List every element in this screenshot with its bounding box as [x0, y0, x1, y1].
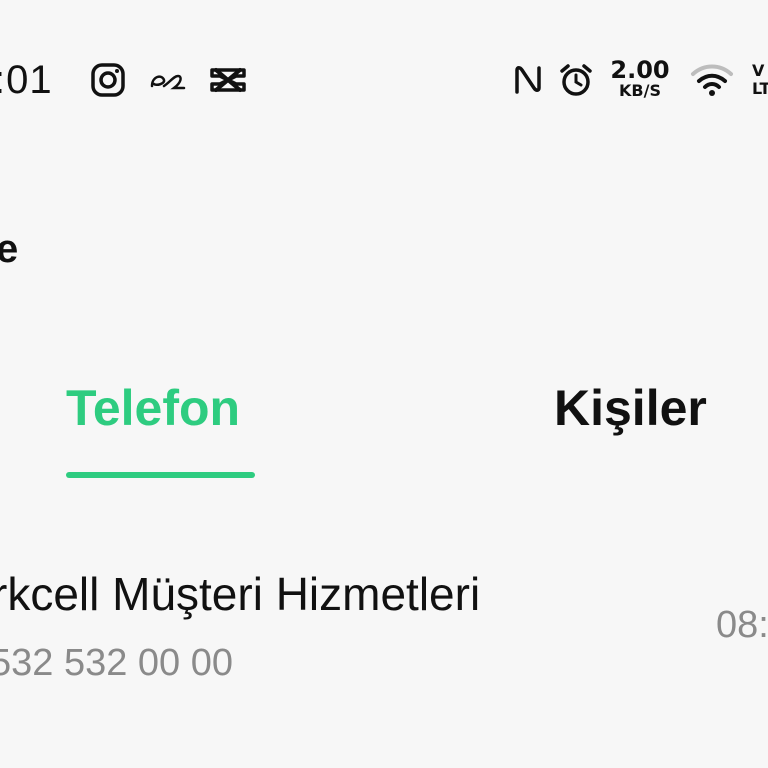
phone-app-screen: :01: [0, 0, 768, 768]
call-phone-number: 532 532 00 00: [0, 642, 234, 684]
network-speed-value: 2.00: [610, 56, 670, 84]
nfc-icon: [512, 62, 544, 98]
tab-contacts[interactable]: Kişiler: [554, 380, 707, 436]
tab-phone[interactable]: Telefon: [66, 380, 240, 436]
page-title: e: [0, 227, 19, 271]
instagram-icon: [90, 62, 126, 98]
aliexpress-icon: [148, 62, 188, 98]
volte-indicator: V LT: [752, 62, 768, 98]
call-contact-name: rkcell Müşteri Hizmetleri: [0, 568, 481, 620]
active-tab-indicator: [66, 472, 255, 478]
capcut-icon: [208, 62, 248, 98]
alarm-icon: [558, 62, 594, 98]
status-bar: :01: [0, 40, 768, 120]
volte-bottom-text: LT: [752, 79, 768, 98]
network-speed: 2.00 KB/S: [608, 58, 672, 102]
wifi-icon: [690, 62, 734, 98]
call-time: 08:: [716, 604, 768, 646]
network-speed-unit: KB/S: [619, 81, 661, 100]
call-log-item[interactable]: rkcell Müşteri Hizmetleri 532 532 00 00 …: [0, 560, 768, 700]
tab-bar: Telefon Kişiler: [0, 370, 768, 480]
status-time: :01: [0, 58, 53, 102]
volte-top-text: V: [752, 61, 765, 80]
